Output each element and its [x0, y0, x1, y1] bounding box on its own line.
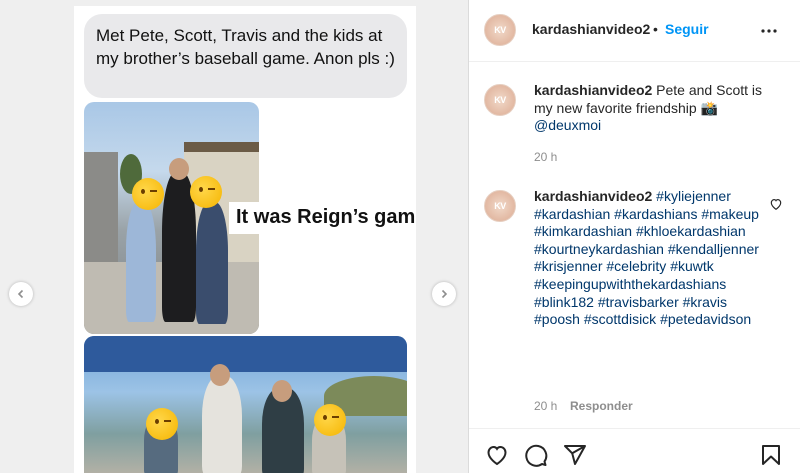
header-username[interactable]: kardashianvideo2 — [532, 21, 650, 37]
comment-timestamp: 20 h — [534, 399, 558, 413]
avatar-initials: KV — [494, 201, 506, 211]
message-bubble: Met Pete, Scott, Travis and the kids at … — [84, 14, 407, 98]
hashtag-link[interactable]: #kimkardashian — [534, 223, 632, 239]
comment-heart-icon[interactable] — [769, 197, 783, 211]
caption-text: kardashianvideo2 Pete and Scott is my ne… — [534, 82, 779, 135]
separator-dot: • — [653, 21, 658, 37]
chevron-right-icon — [441, 289, 448, 299]
hashtag-link[interactable]: #kendalljenner — [668, 241, 759, 257]
hashtag-link[interactable]: #blink182 — [534, 294, 594, 310]
post-image: Met Pete, Scott, Travis and the kids at … — [74, 6, 416, 473]
face — [272, 380, 292, 402]
avatar[interactable]: KV — [484, 190, 516, 222]
hashtag-link[interactable]: #kourtneykardashian — [534, 241, 664, 257]
carousel-next-button[interactable] — [432, 282, 456, 306]
avatar[interactable]: KV — [484, 14, 516, 46]
message-text: Met Pete, Scott, Travis and the kids at … — [96, 26, 395, 68]
carousel-prev-button[interactable] — [9, 282, 33, 306]
face — [210, 364, 230, 386]
face — [169, 158, 189, 180]
caption-mention[interactable]: @deuxmoi — [534, 117, 601, 133]
post-header: KV kardashianvideo2 • Seguir — [469, 0, 800, 62]
bookmark-icon[interactable] — [759, 443, 783, 467]
action-bar — [469, 428, 800, 473]
chevron-left-icon — [17, 289, 24, 299]
hashtag-link[interactable]: #kyliejenner — [656, 188, 731, 204]
comment-icon[interactable] — [524, 443, 548, 467]
hashtag-link[interactable]: #kardashian — [534, 206, 610, 222]
post-media: Met Pete, Scott, Travis and the kids at … — [0, 0, 468, 473]
comment-username[interactable]: kardashianvideo2 — [534, 188, 652, 204]
hashtag-link[interactable]: #kuwtk — [670, 258, 714, 274]
person — [202, 376, 242, 473]
more-horizontal-icon[interactable] — [760, 22, 778, 40]
avatar-initials: KV — [494, 25, 506, 35]
hashtag-link[interactable]: #kardashians — [614, 206, 697, 222]
hashtag-link[interactable]: #krisjenner — [534, 258, 602, 274]
person — [126, 202, 156, 322]
wink-emoji-icon — [190, 176, 222, 208]
wink-emoji-icon — [146, 408, 178, 440]
hashtag-link[interactable]: #petedavidson — [660, 311, 751, 327]
canopy — [84, 336, 407, 372]
wink-emoji-icon — [314, 404, 346, 436]
follow-button[interactable]: Seguir — [665, 21, 709, 37]
comment-text: kardashianvideo2 #kyliejenner #kardashia… — [534, 188, 764, 329]
hashtag-link[interactable]: #khloekardashian — [636, 223, 746, 239]
post-sidebar: KV kardashianvideo2 • Seguir KV kardashi… — [468, 0, 800, 473]
hashtag-link[interactable]: #makeup — [701, 206, 759, 222]
wink-emoji-icon — [132, 178, 164, 210]
overlay-caption: It was Reign’s game — [229, 202, 416, 234]
hashtag-list: #kyliejenner #kardashian #kardashians #m… — [534, 188, 759, 327]
heart-icon[interactable] — [485, 443, 509, 467]
person — [196, 202, 228, 324]
reply-button[interactable]: Responder — [570, 399, 633, 413]
hashtag-link[interactable]: #travisbarker — [598, 294, 679, 310]
hashtag-link[interactable]: #poosh — [534, 311, 580, 327]
avatar-initials: KV — [494, 95, 506, 105]
hashtag-link[interactable]: #scottdisick — [584, 311, 656, 327]
caption-username[interactable]: kardashianvideo2 — [534, 82, 652, 98]
avatar[interactable]: KV — [484, 84, 516, 116]
photo-bottom — [84, 336, 407, 473]
hashtag-link[interactable]: #celebrity — [606, 258, 666, 274]
hashtag-link[interactable]: #kravis — [683, 294, 727, 310]
caption-timestamp: 20 h — [534, 150, 558, 164]
send-icon[interactable] — [563, 443, 587, 467]
hashtag-link[interactable]: #keepingupwiththekardashians — [534, 276, 726, 292]
